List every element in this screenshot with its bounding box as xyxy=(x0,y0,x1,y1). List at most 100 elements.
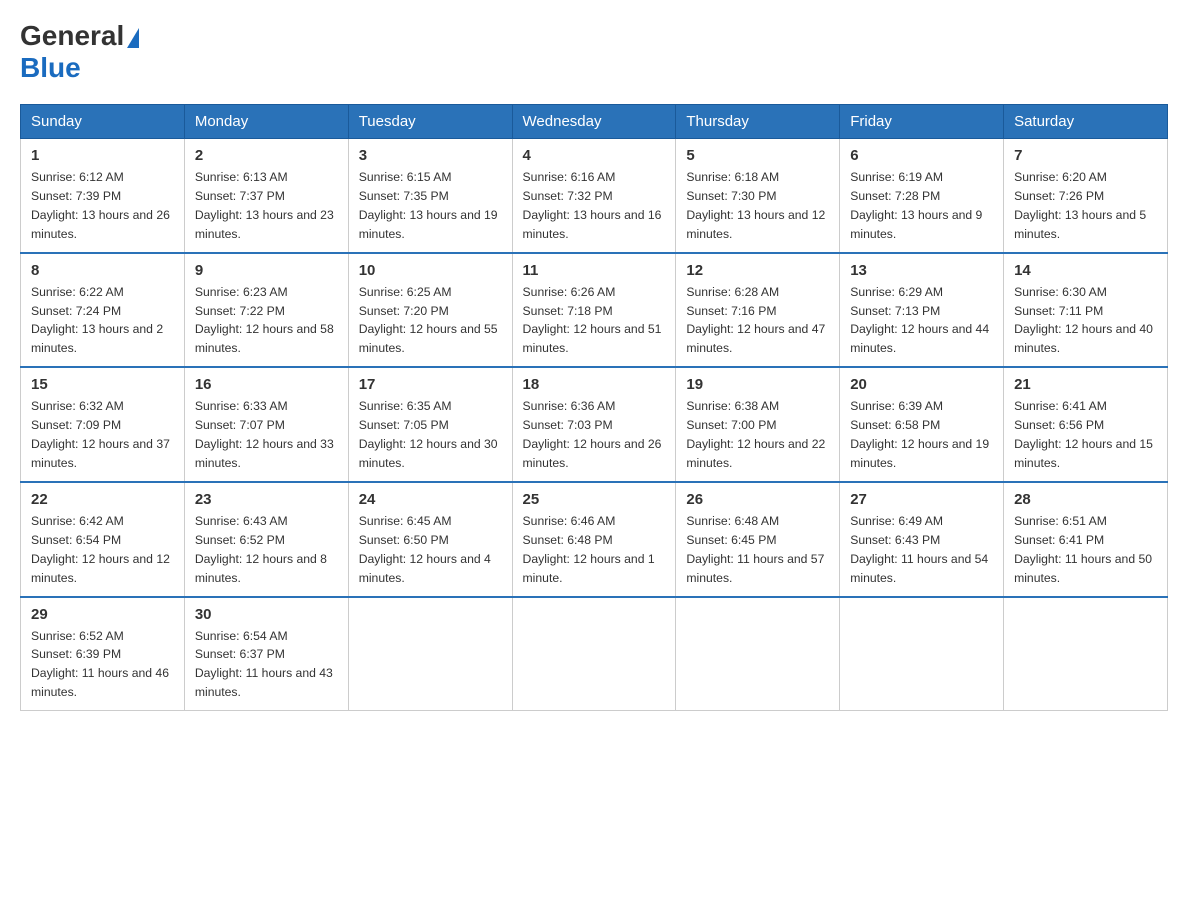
calendar-day-cell: 19 Sunrise: 6:38 AMSunset: 7:00 PMDaylig… xyxy=(676,367,840,482)
calendar-day-cell: 27 Sunrise: 6:49 AMSunset: 6:43 PMDaylig… xyxy=(840,482,1004,597)
calendar-day-cell: 6 Sunrise: 6:19 AMSunset: 7:28 PMDayligh… xyxy=(840,139,1004,253)
calendar-week-row: 22 Sunrise: 6:42 AMSunset: 6:54 PMDaylig… xyxy=(21,482,1168,597)
calendar-day-cell: 22 Sunrise: 6:42 AMSunset: 6:54 PMDaylig… xyxy=(21,482,185,597)
day-info: Sunrise: 6:32 AMSunset: 7:09 PMDaylight:… xyxy=(31,399,170,470)
day-number: 15 xyxy=(31,376,174,393)
calendar-day-cell: 14 Sunrise: 6:30 AMSunset: 7:11 PMDaylig… xyxy=(1004,253,1168,368)
day-number: 4 xyxy=(523,147,666,164)
calendar-day-cell: 4 Sunrise: 6:16 AMSunset: 7:32 PMDayligh… xyxy=(512,139,676,253)
day-info: Sunrise: 6:28 AMSunset: 7:16 PMDaylight:… xyxy=(686,285,825,356)
logo-general-text: General xyxy=(20,20,124,52)
calendar-day-cell: 16 Sunrise: 6:33 AMSunset: 7:07 PMDaylig… xyxy=(184,367,348,482)
day-number: 6 xyxy=(850,147,993,164)
calendar-day-cell: 25 Sunrise: 6:46 AMSunset: 6:48 PMDaylig… xyxy=(512,482,676,597)
day-info: Sunrise: 6:25 AMSunset: 7:20 PMDaylight:… xyxy=(359,285,498,356)
calendar-table: SundayMondayTuesdayWednesdayThursdayFrid… xyxy=(20,104,1168,711)
weekday-header-friday: Friday xyxy=(840,105,1004,139)
calendar-day-cell: 5 Sunrise: 6:18 AMSunset: 7:30 PMDayligh… xyxy=(676,139,840,253)
day-number: 26 xyxy=(686,491,829,508)
logo: General Blue xyxy=(20,20,139,84)
day-info: Sunrise: 6:19 AMSunset: 7:28 PMDaylight:… xyxy=(850,170,982,241)
day-info: Sunrise: 6:33 AMSunset: 7:07 PMDaylight:… xyxy=(195,399,334,470)
day-number: 14 xyxy=(1014,262,1157,279)
day-info: Sunrise: 6:35 AMSunset: 7:05 PMDaylight:… xyxy=(359,399,498,470)
day-number: 22 xyxy=(31,491,174,508)
day-number: 20 xyxy=(850,376,993,393)
day-info: Sunrise: 6:15 AMSunset: 7:35 PMDaylight:… xyxy=(359,170,498,241)
day-number: 17 xyxy=(359,376,502,393)
calendar-day-cell: 20 Sunrise: 6:39 AMSunset: 6:58 PMDaylig… xyxy=(840,367,1004,482)
day-info: Sunrise: 6:45 AMSunset: 6:50 PMDaylight:… xyxy=(359,514,491,585)
day-number: 21 xyxy=(1014,376,1157,393)
day-info: Sunrise: 6:46 AMSunset: 6:48 PMDaylight:… xyxy=(523,514,655,585)
day-number: 19 xyxy=(686,376,829,393)
weekday-header-monday: Monday xyxy=(184,105,348,139)
calendar-day-cell: 17 Sunrise: 6:35 AMSunset: 7:05 PMDaylig… xyxy=(348,367,512,482)
calendar-day-cell: 8 Sunrise: 6:22 AMSunset: 7:24 PMDayligh… xyxy=(21,253,185,368)
calendar-day-cell xyxy=(1004,597,1168,711)
day-info: Sunrise: 6:41 AMSunset: 6:56 PMDaylight:… xyxy=(1014,399,1153,470)
logo-container: General Blue xyxy=(20,20,139,84)
day-info: Sunrise: 6:22 AMSunset: 7:24 PMDaylight:… xyxy=(31,285,163,356)
calendar-day-cell: 18 Sunrise: 6:36 AMSunset: 7:03 PMDaylig… xyxy=(512,367,676,482)
calendar-week-row: 8 Sunrise: 6:22 AMSunset: 7:24 PMDayligh… xyxy=(21,253,1168,368)
calendar-day-cell: 21 Sunrise: 6:41 AMSunset: 6:56 PMDaylig… xyxy=(1004,367,1168,482)
calendar-week-row: 15 Sunrise: 6:32 AMSunset: 7:09 PMDaylig… xyxy=(21,367,1168,482)
calendar-day-cell: 29 Sunrise: 6:52 AMSunset: 6:39 PMDaylig… xyxy=(21,597,185,711)
day-number: 7 xyxy=(1014,147,1157,164)
calendar-day-cell: 12 Sunrise: 6:28 AMSunset: 7:16 PMDaylig… xyxy=(676,253,840,368)
day-info: Sunrise: 6:43 AMSunset: 6:52 PMDaylight:… xyxy=(195,514,327,585)
calendar-day-cell: 30 Sunrise: 6:54 AMSunset: 6:37 PMDaylig… xyxy=(184,597,348,711)
weekday-header-wednesday: Wednesday xyxy=(512,105,676,139)
day-info: Sunrise: 6:36 AMSunset: 7:03 PMDaylight:… xyxy=(523,399,662,470)
day-number: 18 xyxy=(523,376,666,393)
day-number: 9 xyxy=(195,262,338,279)
day-number: 1 xyxy=(31,147,174,164)
calendar-week-row: 1 Sunrise: 6:12 AMSunset: 7:39 PMDayligh… xyxy=(21,139,1168,253)
day-number: 10 xyxy=(359,262,502,279)
day-info: Sunrise: 6:23 AMSunset: 7:22 PMDaylight:… xyxy=(195,285,334,356)
day-info: Sunrise: 6:13 AMSunset: 7:37 PMDaylight:… xyxy=(195,170,334,241)
calendar-day-cell xyxy=(840,597,1004,711)
weekday-header-tuesday: Tuesday xyxy=(348,105,512,139)
weekday-header-saturday: Saturday xyxy=(1004,105,1168,139)
day-number: 5 xyxy=(686,147,829,164)
day-info: Sunrise: 6:39 AMSunset: 6:58 PMDaylight:… xyxy=(850,399,989,470)
day-number: 12 xyxy=(686,262,829,279)
weekday-header-sunday: Sunday xyxy=(21,105,185,139)
day-info: Sunrise: 6:30 AMSunset: 7:11 PMDaylight:… xyxy=(1014,285,1153,356)
day-number: 25 xyxy=(523,491,666,508)
calendar-day-cell xyxy=(348,597,512,711)
day-number: 23 xyxy=(195,491,338,508)
day-info: Sunrise: 6:42 AMSunset: 6:54 PMDaylight:… xyxy=(31,514,170,585)
calendar-day-cell: 26 Sunrise: 6:48 AMSunset: 6:45 PMDaylig… xyxy=(676,482,840,597)
calendar-day-cell xyxy=(676,597,840,711)
day-number: 13 xyxy=(850,262,993,279)
day-number: 30 xyxy=(195,606,338,623)
day-number: 29 xyxy=(31,606,174,623)
logo-blue-text: Blue xyxy=(20,52,81,83)
day-info: Sunrise: 6:54 AMSunset: 6:37 PMDaylight:… xyxy=(195,629,333,700)
day-info: Sunrise: 6:51 AMSunset: 6:41 PMDaylight:… xyxy=(1014,514,1152,585)
day-info: Sunrise: 6:16 AMSunset: 7:32 PMDaylight:… xyxy=(523,170,662,241)
logo-triangle-icon xyxy=(127,28,139,48)
calendar-day-cell xyxy=(512,597,676,711)
calendar-day-cell: 1 Sunrise: 6:12 AMSunset: 7:39 PMDayligh… xyxy=(21,139,185,253)
calendar-day-cell: 10 Sunrise: 6:25 AMSunset: 7:20 PMDaylig… xyxy=(348,253,512,368)
day-number: 24 xyxy=(359,491,502,508)
day-number: 16 xyxy=(195,376,338,393)
day-info: Sunrise: 6:48 AMSunset: 6:45 PMDaylight:… xyxy=(686,514,824,585)
calendar-day-cell: 23 Sunrise: 6:43 AMSunset: 6:52 PMDaylig… xyxy=(184,482,348,597)
day-number: 3 xyxy=(359,147,502,164)
calendar-day-cell: 28 Sunrise: 6:51 AMSunset: 6:41 PMDaylig… xyxy=(1004,482,1168,597)
day-info: Sunrise: 6:29 AMSunset: 7:13 PMDaylight:… xyxy=(850,285,989,356)
calendar-day-cell: 15 Sunrise: 6:32 AMSunset: 7:09 PMDaylig… xyxy=(21,367,185,482)
day-info: Sunrise: 6:38 AMSunset: 7:00 PMDaylight:… xyxy=(686,399,825,470)
day-number: 2 xyxy=(195,147,338,164)
weekday-header-row: SundayMondayTuesdayWednesdayThursdayFrid… xyxy=(21,105,1168,139)
day-number: 11 xyxy=(523,262,666,279)
day-number: 27 xyxy=(850,491,993,508)
calendar-week-row: 29 Sunrise: 6:52 AMSunset: 6:39 PMDaylig… xyxy=(21,597,1168,711)
day-info: Sunrise: 6:26 AMSunset: 7:18 PMDaylight:… xyxy=(523,285,662,356)
calendar-day-cell: 3 Sunrise: 6:15 AMSunset: 7:35 PMDayligh… xyxy=(348,139,512,253)
